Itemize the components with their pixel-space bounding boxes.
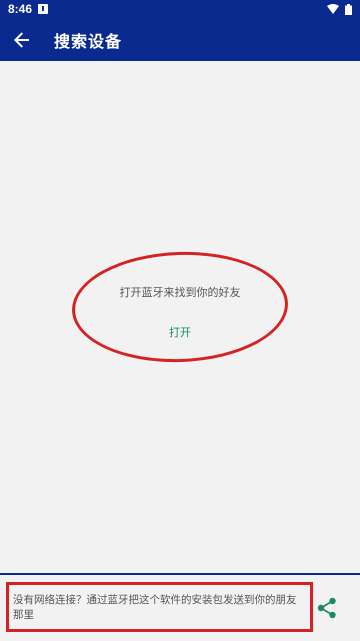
status-bar: 8:46 bbox=[0, 0, 360, 18]
share-button[interactable] bbox=[314, 594, 340, 622]
page-title: 搜索设备 bbox=[54, 31, 123, 51]
app-bar: 搜索设备 bbox=[0, 18, 360, 61]
back-button[interactable] bbox=[2, 18, 42, 61]
arrow-back-icon bbox=[14, 31, 29, 48]
bluetooth-message: 打开蓝牙来找到你的好友 bbox=[119, 286, 241, 299]
share-icon bbox=[317, 597, 336, 619]
open-bluetooth-button[interactable]: 打开 bbox=[150, 320, 210, 344]
status-right bbox=[327, 3, 352, 15]
offline-message: 没有网络连接？通过蓝牙把这个软件的安装包发送到你的朋友那里 bbox=[6, 582, 313, 632]
battery-icon bbox=[345, 3, 352, 15]
status-left: 8:46 bbox=[8, 2, 49, 16]
wifi-icon bbox=[327, 4, 339, 14]
status-time: 8:46 bbox=[8, 2, 33, 16]
notification-icon bbox=[38, 4, 49, 14]
